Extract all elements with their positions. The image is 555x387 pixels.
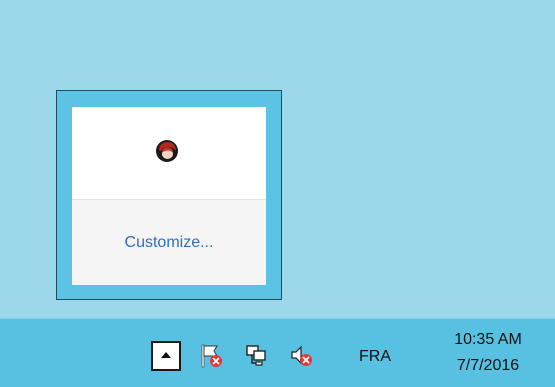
volume-muted-icon[interactable] — [289, 343, 315, 369]
network-icon[interactable] — [244, 343, 270, 369]
taskbar-clock[interactable]: 10:35 AM 7/7/2016 — [430, 327, 546, 383]
app-avatar-icon[interactable] — [155, 139, 179, 163]
overflow-panel: Customize... — [72, 107, 266, 285]
notification-overflow-popup: Customize... — [56, 90, 282, 300]
action-center-flag-icon[interactable] — [199, 343, 225, 369]
clock-time: 10:35 AM — [454, 331, 522, 348]
customize-link[interactable]: Customize... — [72, 200, 266, 285]
desktop-background: Customize... FRA 10:35 AM 7/7/2016 — [0, 0, 555, 387]
clock-date: 7/7/2016 — [456, 357, 520, 374]
show-hidden-icons-button[interactable] — [151, 341, 181, 371]
overflow-icon-area — [72, 107, 266, 199]
chevron-up-icon — [161, 352, 171, 358]
taskbar: FRA 10:35 AM 7/7/2016 — [0, 318, 555, 387]
input-language-indicator[interactable]: FRA — [355, 345, 395, 369]
